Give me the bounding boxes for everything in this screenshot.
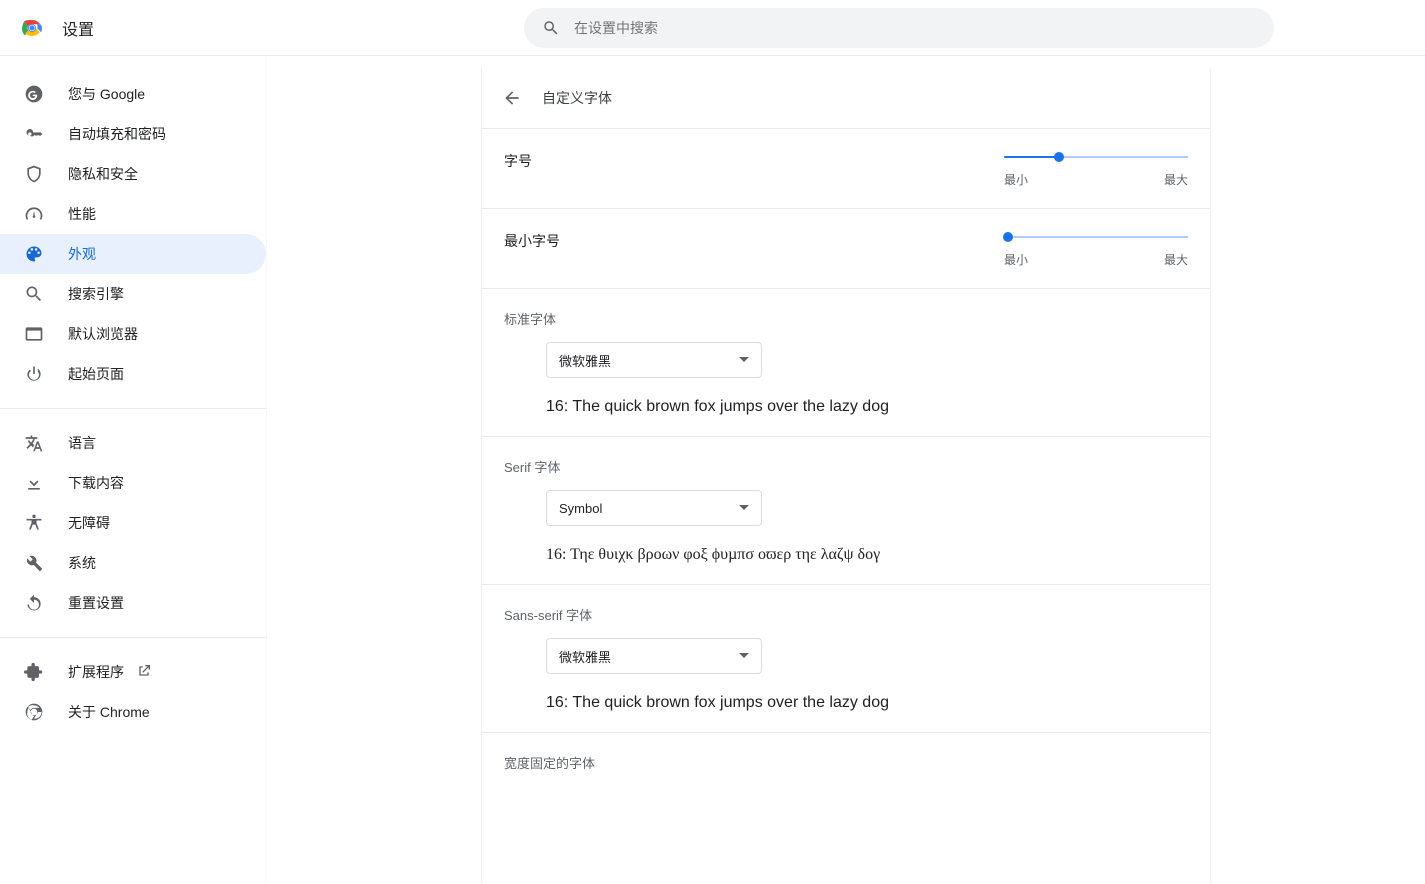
sidebar-item-label: 语言 — [68, 433, 96, 453]
sidebar-item-default-browser[interactable]: 默认浏览器 — [0, 314, 266, 354]
sidebar-item-label: 起始页面 — [68, 364, 124, 384]
sidebar-item-performance[interactable]: 性能 — [0, 194, 266, 234]
sidebar-item-privacy[interactable]: 隐私和安全 — [0, 154, 266, 194]
standard-font-preview: 16: The quick brown fox jumps over the l… — [546, 398, 1188, 416]
sidebar-item-extensions[interactable]: 扩展程序 — [0, 652, 266, 692]
fixed-font-label: 宽度固定的字体 — [504, 753, 1188, 772]
sidebar-item-label: 关于 Chrome — [68, 702, 150, 722]
chevron-down-icon — [739, 355, 749, 365]
back-button[interactable] — [502, 88, 522, 108]
settings-card: 自定义字体 字号 最小 最大 — [481, 68, 1211, 884]
speed-icon — [24, 204, 44, 224]
dropdown-value: Symbol — [559, 501, 602, 516]
sidebar-item-system[interactable]: 系统 — [0, 543, 266, 583]
header: 设置 — [0, 0, 1425, 56]
wrench-icon — [24, 553, 44, 573]
serif-font-preview: 16: Τηε θυιχκ βροων φοξ ϕυµπσ οϖερ τηε λ… — [546, 546, 1188, 564]
extension-icon — [24, 662, 44, 682]
min-font-size-label: 最小字号 — [504, 229, 560, 251]
serif-font-label: Serif 字体 — [504, 457, 1188, 476]
sidebar-item-label: 扩展程序 — [68, 662, 124, 682]
sidebar-item-label: 外观 — [68, 244, 96, 264]
sidebar-item-you-google[interactable]: 您与 Google — [0, 74, 266, 114]
sidebar-item-search-engine[interactable]: 搜索引擎 — [0, 274, 266, 314]
sidebar-item-label: 下载内容 — [68, 473, 124, 493]
standard-font-section: 标准字体 微软雅黑 16: The quick brown fox jumps … — [482, 288, 1210, 436]
font-size-section: 字号 最小 最大 — [482, 128, 1210, 208]
slider-max-label: 最大 — [1164, 171, 1188, 188]
app-title: 设置 — [62, 16, 94, 40]
shield-icon — [24, 164, 44, 184]
page-subheader: 自定义字体 — [482, 68, 1210, 128]
sidebar-item-reset[interactable]: 重置设置 — [0, 583, 266, 623]
chevron-down-icon — [739, 503, 749, 513]
font-size-slider[interactable]: 最小 最大 — [1004, 149, 1188, 188]
min-font-size-section: 最小字号 最小 最大 — [482, 208, 1210, 288]
power-icon — [24, 364, 44, 384]
standard-font-label: 标准字体 — [504, 309, 1188, 328]
slider-min-label: 最小 — [1004, 171, 1028, 188]
sidebar-item-accessibility[interactable]: 无障碍 — [0, 503, 266, 543]
sidebar-item-label: 您与 Google — [68, 84, 145, 104]
sidebar-item-appearance[interactable]: 外观 — [0, 234, 266, 274]
serif-font-dropdown[interactable]: Symbol — [546, 490, 762, 526]
slider-thumb[interactable] — [1054, 152, 1064, 162]
chevron-down-icon — [739, 651, 749, 661]
sidebar-item-autofill[interactable]: 自动填充和密码 — [0, 114, 266, 154]
sidebar-item-label: 搜索引擎 — [68, 284, 124, 304]
standard-font-dropdown[interactable]: 微软雅黑 — [546, 342, 762, 378]
main-content: 自定义字体 字号 最小 最大 — [266, 56, 1425, 884]
external-link-icon — [136, 663, 152, 682]
sidebar-item-label: 性能 — [68, 204, 96, 224]
sidebar: 您与 Google 自动填充和密码 隐私和安全 性能 外观 搜索引擎 默认浏览器 — [0, 56, 266, 884]
sans-serif-font-section: Sans-serif 字体 微软雅黑 16: The quick brown f… — [482, 584, 1210, 732]
search-input[interactable] — [574, 20, 1256, 36]
dropdown-value: 微软雅黑 — [559, 351, 611, 370]
sidebar-item-languages[interactable]: 语言 — [0, 423, 266, 463]
sans-serif-font-label: Sans-serif 字体 — [504, 605, 1188, 624]
slider-max-label: 最大 — [1164, 251, 1188, 268]
accessibility-icon — [24, 513, 44, 533]
min-font-size-slider[interactable]: 最小 最大 — [1004, 229, 1188, 268]
slider-min-label: 最小 — [1004, 251, 1028, 268]
chrome-icon — [24, 702, 44, 722]
sidebar-item-label: 系统 — [68, 553, 96, 573]
sans-serif-font-preview: 16: The quick brown fox jumps over the l… — [546, 694, 1188, 712]
browser-icon — [24, 324, 44, 344]
palette-icon — [24, 244, 44, 264]
sidebar-item-label: 无障碍 — [68, 513, 110, 533]
search-icon — [24, 284, 44, 304]
sidebar-divider — [0, 408, 266, 409]
page-title: 自定义字体 — [542, 88, 612, 108]
key-icon — [24, 124, 44, 144]
slider-thumb[interactable] — [1003, 232, 1013, 242]
download-icon — [24, 473, 44, 493]
serif-font-section: Serif 字体 Symbol 16: Τηε θυιχκ βροων φοξ … — [482, 436, 1210, 584]
sidebar-item-label: 重置设置 — [68, 593, 124, 613]
sidebar-item-on-startup[interactable]: 起始页面 — [0, 354, 266, 394]
sidebar-item-label: 隐私和安全 — [68, 164, 138, 184]
search-icon — [542, 19, 560, 37]
sidebar-item-about[interactable]: 关于 Chrome — [0, 692, 266, 732]
chrome-logo-icon — [20, 16, 44, 40]
reset-icon — [24, 593, 44, 613]
google-icon — [24, 84, 44, 104]
sidebar-divider — [0, 637, 266, 638]
sidebar-item-downloads[interactable]: 下载内容 — [0, 463, 266, 503]
arrow-back-icon — [502, 88, 522, 108]
fixed-font-section: 宽度固定的字体 — [482, 732, 1210, 806]
search-box[interactable] — [524, 8, 1274, 48]
translate-icon — [24, 433, 44, 453]
sans-serif-font-dropdown[interactable]: 微软雅黑 — [546, 638, 762, 674]
dropdown-value: 微软雅黑 — [559, 647, 611, 666]
sidebar-item-label: 自动填充和密码 — [68, 124, 166, 144]
font-size-label: 字号 — [504, 149, 532, 171]
sidebar-item-label: 默认浏览器 — [68, 324, 138, 344]
